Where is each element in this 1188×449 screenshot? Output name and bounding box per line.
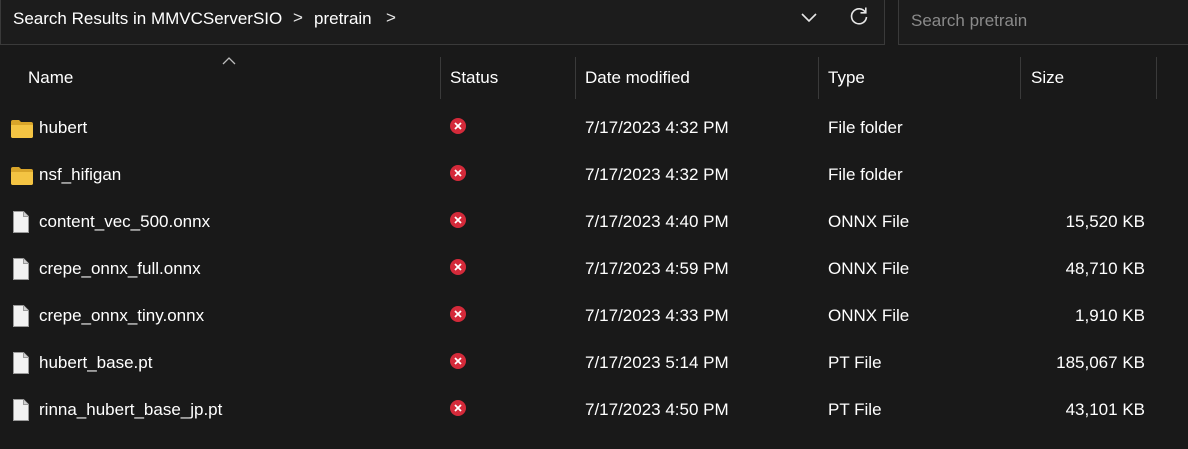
error-icon [450, 400, 466, 416]
file-name[interactable]: nsf_hifigan [39, 165, 121, 185]
file-row-nsf-hifigan[interactable]: nsf_hifigan 7/17/2023 4:32 PM File folde… [0, 153, 1188, 200]
column-header-date-modified[interactable]: Date modified [576, 55, 818, 99]
breadcrumb-item-search-results[interactable]: Search Results in MMVCServerSIO [13, 9, 282, 29]
folder-icon [11, 120, 33, 138]
file-name[interactable]: rinna_hubert_base_jp.pt [39, 400, 222, 420]
file-size: 48,710 KB [1065, 259, 1145, 278]
file-row-content-vec-500[interactable]: content_vec_500.onnx 7/17/2023 4:40 PM O… [0, 200, 1188, 247]
file-type: ONNX File [828, 212, 910, 231]
file-date: 7/17/2023 5:14 PM [585, 353, 729, 372]
address-history-chevron-icon[interactable] [798, 6, 820, 28]
column-header-type-label: Type [828, 68, 865, 87]
column-header-size[interactable]: Size [1021, 55, 1156, 99]
error-icon [450, 212, 466, 228]
file-row-hubert-base[interactable]: hubert_base.pt 7/17/2023 5:14 PM PT File… [0, 341, 1188, 388]
file-type: ONNX File [828, 306, 910, 325]
breadcrumb-separator-icon[interactable]: > [386, 8, 396, 28]
column-header-row: Name Status Date modified Type Size [0, 55, 1188, 99]
file-name[interactable]: crepe_onnx_full.onnx [39, 259, 201, 279]
file-type: PT File [828, 400, 882, 419]
file-type: File folder [828, 118, 903, 137]
file-icon [13, 352, 29, 374]
file-row-rinna-hubert-base-jp[interactable]: rinna_hubert_base_jp.pt 7/17/2023 4:50 P… [0, 388, 1188, 435]
error-icon [450, 118, 466, 134]
file-date: 7/17/2023 4:50 PM [585, 400, 729, 419]
column-header-name[interactable]: Name [0, 55, 440, 99]
search-input[interactable] [909, 7, 1183, 35]
error-icon [450, 165, 466, 181]
file-type: PT File [828, 353, 882, 372]
column-header-size-label: Size [1031, 68, 1065, 87]
file-date: 7/17/2023 4:40 PM [585, 212, 729, 231]
refresh-icon[interactable] [847, 4, 871, 28]
file-row-crepe-onnx-full[interactable]: crepe_onnx_full.onnx 7/17/2023 4:59 PM O… [0, 247, 1188, 294]
file-icon [13, 399, 29, 421]
column-header-type[interactable]: Type [819, 55, 1020, 99]
breadcrumb-separator-icon[interactable]: > [293, 8, 303, 28]
file-icon [13, 305, 29, 327]
file-name[interactable]: content_vec_500.onnx [39, 212, 210, 232]
file-name[interactable]: crepe_onnx_tiny.onnx [39, 306, 204, 326]
file-row-crepe-onnx-tiny[interactable]: crepe_onnx_tiny.onnx 7/17/2023 4:33 PM O… [0, 294, 1188, 341]
file-name[interactable]: hubert_base.pt [39, 353, 152, 373]
file-date: 7/17/2023 4:59 PM [585, 259, 729, 278]
file-type: File folder [828, 165, 903, 184]
file-row-hubert[interactable]: hubert 7/17/2023 4:32 PM File folder [0, 106, 1188, 153]
file-date: 7/17/2023 4:32 PM [585, 118, 729, 137]
file-icon [13, 211, 29, 233]
file-size: 1,910 KB [1075, 306, 1145, 325]
file-size: 185,067 KB [1056, 353, 1145, 372]
error-icon [450, 259, 466, 275]
error-icon [450, 306, 466, 322]
error-icon [450, 353, 466, 369]
file-name[interactable]: hubert [39, 118, 87, 138]
file-type: ONNX File [828, 259, 910, 278]
folder-icon [11, 167, 33, 185]
column-header-status[interactable]: Status [441, 55, 575, 99]
column-header-date-label: Date modified [585, 68, 690, 87]
file-date: 7/17/2023 4:33 PM [585, 306, 729, 325]
address-bar[interactable]: Search Results in MMVCServerSIO > pretra… [0, 0, 885, 45]
column-divider[interactable] [1156, 57, 1157, 99]
file-icon [13, 258, 29, 280]
top-bar: Search Results in MMVCServerSIO > pretra… [0, 0, 1188, 46]
file-size: 15,520 KB [1065, 212, 1145, 231]
file-date: 7/17/2023 4:32 PM [585, 165, 729, 184]
search-box[interactable] [898, 0, 1188, 45]
column-header-status-label: Status [450, 68, 499, 87]
file-size: 43,101 KB [1065, 400, 1145, 419]
breadcrumb-item-pretrain[interactable]: pretrain [314, 9, 372, 29]
column-header-name-label: Name [28, 68, 74, 87]
